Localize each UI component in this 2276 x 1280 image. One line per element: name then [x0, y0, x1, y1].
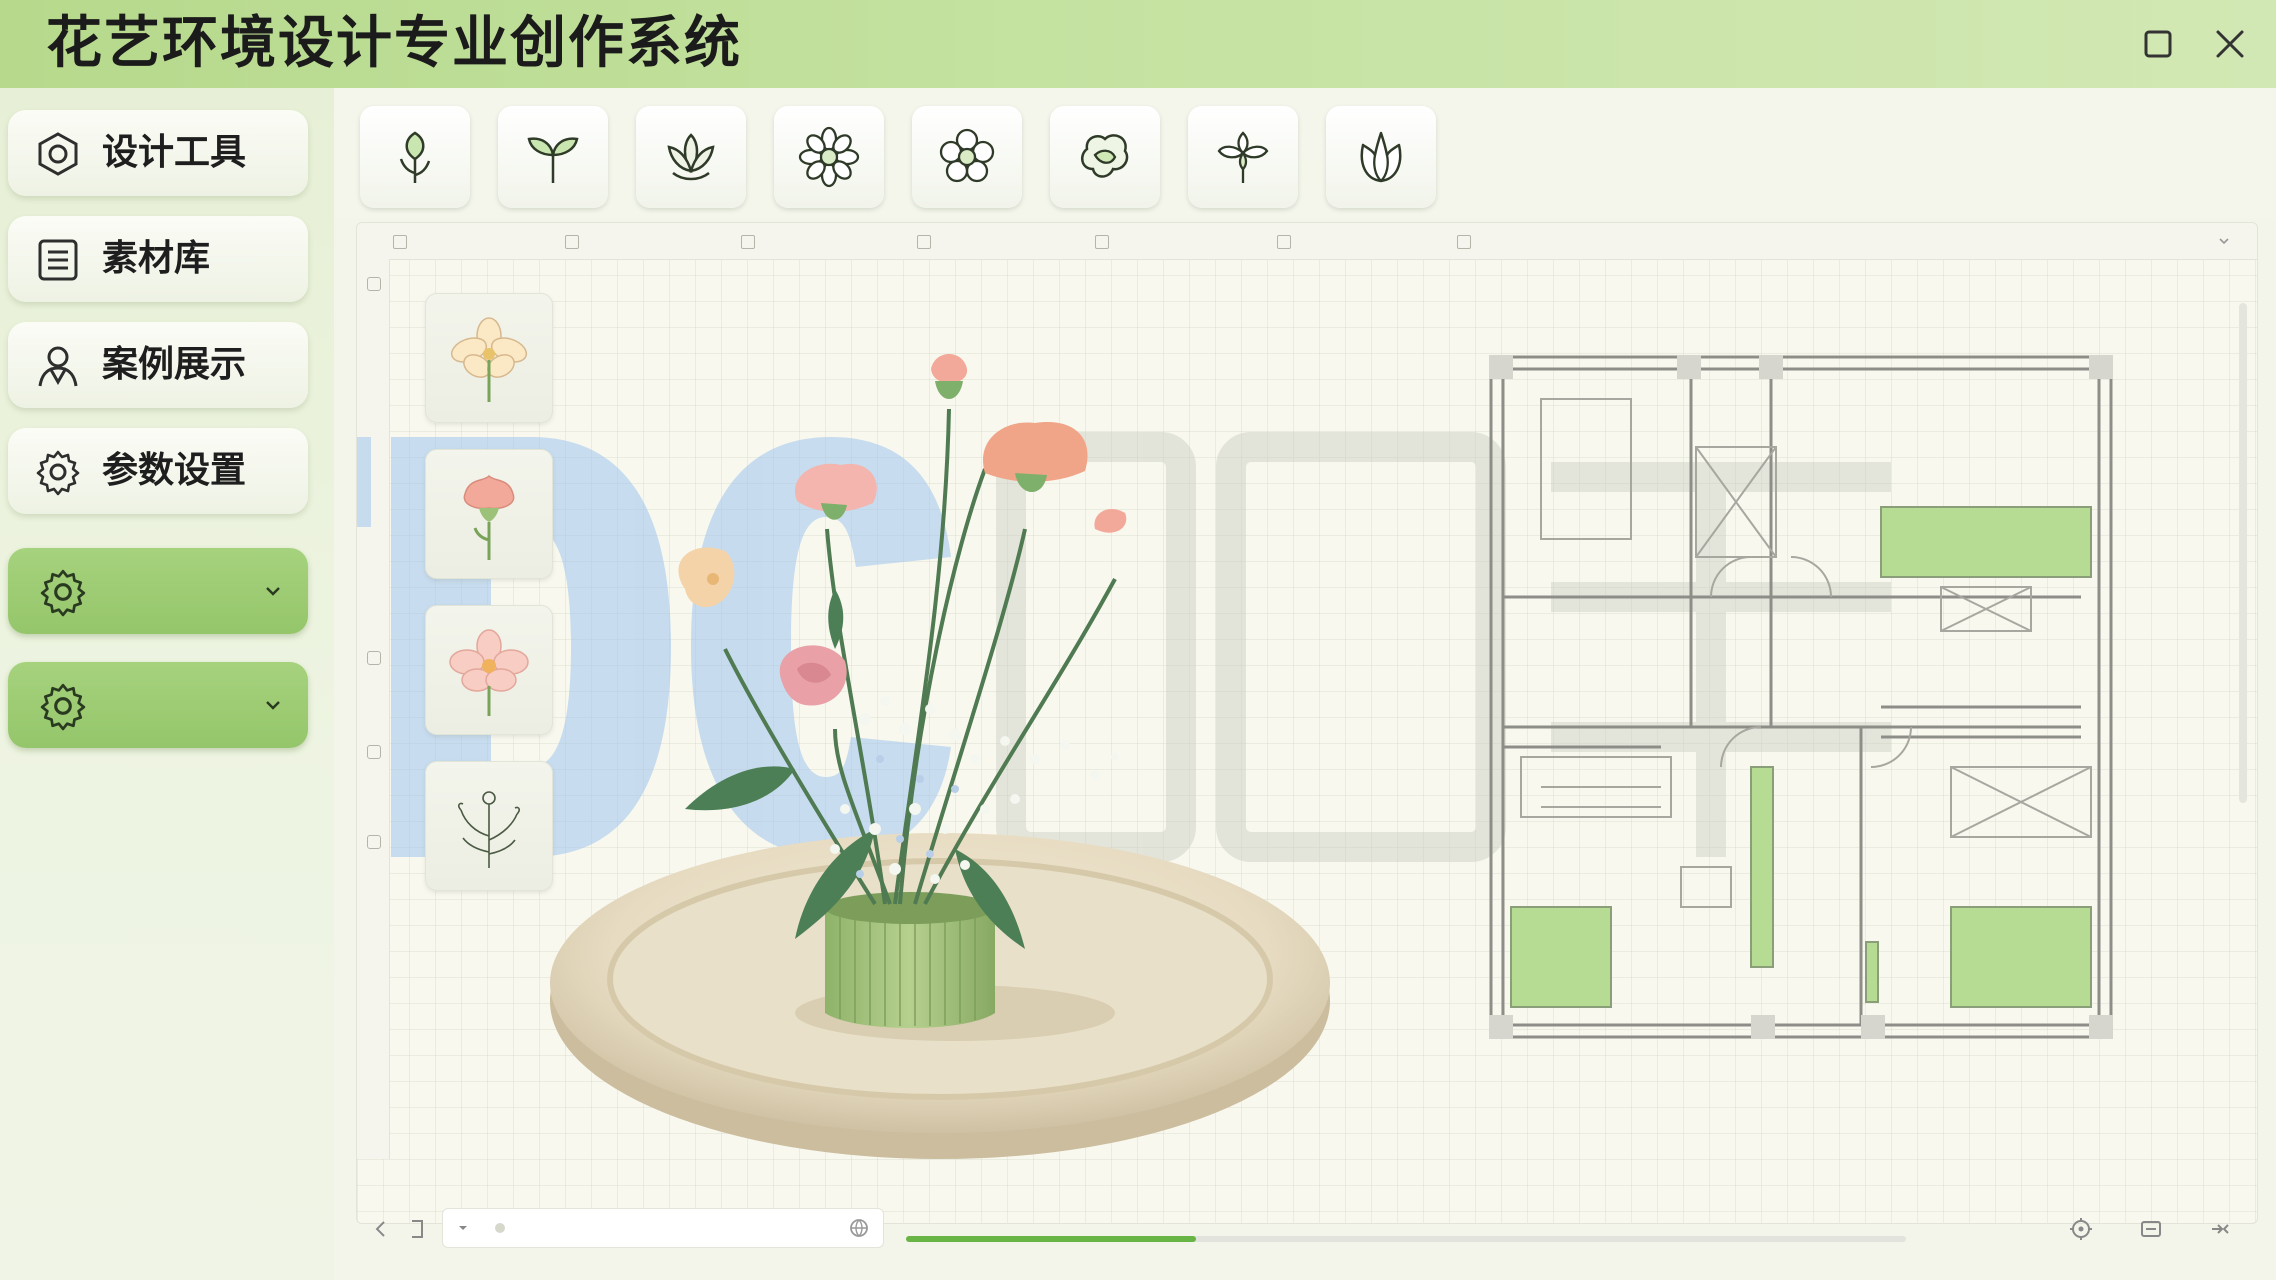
horizontal-ruler: [357, 223, 2257, 260]
sidebar-item-material-library[interactable]: 素材库: [8, 216, 308, 302]
ruler-marker: [1095, 235, 1109, 249]
chevron-down-icon[interactable]: [260, 692, 286, 718]
sketched-flower-stems-icon: [458, 791, 520, 868]
user-case-icon: [38, 346, 78, 387]
vertical-ruler: [357, 259, 390, 1159]
sidebar-expandable-settings-1[interactable]: [8, 548, 308, 634]
tool-orchid[interactable]: [1188, 106, 1298, 208]
collapse-icon[interactable]: [2208, 1216, 2234, 1242]
maximize-icon: [2144, 30, 2172, 58]
peony-icon: [1080, 134, 1129, 178]
dropdown-icon[interactable]: [455, 1220, 471, 1236]
material-card[interactable]: [425, 605, 553, 735]
tool-peony[interactable]: [1050, 106, 1160, 208]
tool-tulip-bud[interactable]: [360, 106, 470, 208]
ruler-marker: [741, 235, 755, 249]
chevron-left-icon[interactable]: [368, 1216, 394, 1242]
pink-blossom-icon: [449, 629, 529, 716]
page-icon[interactable]: [404, 1216, 430, 1242]
sidebar-item-case-showcase[interactable]: 案例展示: [8, 322, 308, 408]
title-bar: 花艺环境设计专业创作系统: [0, 0, 2276, 88]
pink-carnation-icon: [463, 474, 515, 560]
hexagon-icon: [38, 132, 78, 176]
sidebar-item-label: 参数设置: [102, 450, 247, 491]
material-card[interactable]: [425, 449, 553, 579]
close-button[interactable]: [2206, 20, 2254, 68]
gear-icon: [36, 450, 80, 496]
target-icon[interactable]: [2068, 1216, 2094, 1242]
orchid-icon: [1217, 131, 1269, 183]
daisy-icon: [798, 126, 860, 188]
flower-arrangement-render[interactable]: [535, 289, 1365, 1169]
ruler-marker: [367, 651, 381, 665]
globe-icon[interactable]: [847, 1216, 871, 1240]
sidebar-item-parameter-settings[interactable]: 参数设置: [8, 428, 308, 514]
tulip-bud-icon: [399, 131, 431, 183]
tulip-icon: [1360, 131, 1402, 183]
material-card[interactable]: [425, 293, 553, 423]
sidebar-item-label: 素材库: [102, 238, 211, 279]
design-canvas[interactable]: [356, 222, 2258, 1224]
tool-leafy-sprout[interactable]: [498, 106, 608, 208]
lotus-icon: [667, 133, 715, 181]
tool-tulip[interactable]: [1326, 106, 1436, 208]
sidebar-item-label: 案例展示: [102, 344, 247, 385]
tool-five-petal-flower[interactable]: [912, 106, 1022, 208]
tool-lotus[interactable]: [636, 106, 746, 208]
document-list-icon: [38, 239, 78, 281]
sidebar-item-design-tools[interactable]: 设计工具: [8, 110, 308, 196]
five-petal-flower-icon: [939, 128, 995, 183]
pale-yellow-flower-icon: [450, 317, 528, 402]
vertical-scrollbar[interactable]: [2237, 263, 2249, 1123]
material-card[interactable]: [425, 761, 553, 891]
ruler-marker: [917, 235, 931, 249]
ruler-marker: [367, 835, 381, 849]
progress-bar: [906, 1236, 1906, 1242]
minimize-panel-icon[interactable]: [2138, 1216, 2164, 1242]
floor-plan-drawing[interactable]: [1481, 347, 2121, 1047]
tool-daisy[interactable]: [774, 106, 884, 208]
ruler-marker: [565, 235, 579, 249]
ruler-marker: [393, 235, 407, 249]
zoom-slider-field[interactable]: [442, 1208, 884, 1248]
zoom-slider-handle[interactable]: [495, 1223, 505, 1233]
chevron-down-icon[interactable]: [260, 578, 286, 604]
sidebar-expandable-settings-2[interactable]: [8, 662, 308, 748]
ruler-marker: [367, 745, 381, 759]
leafy-sprout-icon: [527, 137, 579, 183]
ruler-dropdown-icon[interactable]: [2217, 235, 2231, 247]
sidebar-item-label: 设计工具: [102, 132, 247, 173]
ruler-marker: [1277, 235, 1291, 249]
ruler-marker: [367, 277, 381, 291]
status-bar: [356, 1198, 2256, 1262]
close-icon: [2216, 30, 2244, 58]
maximize-button[interactable]: [2134, 20, 2182, 68]
gear-icon: [40, 683, 86, 731]
progress-fill: [906, 1236, 1196, 1242]
gear-icon: [40, 569, 86, 617]
app-title: 花艺环境设计专业创作系统: [46, 11, 742, 76]
flower-toolbar: [334, 88, 2276, 218]
sidebar: 设计工具 素材库 案例展示 参数设置: [0, 88, 334, 1280]
ruler-marker: [1457, 235, 1471, 249]
